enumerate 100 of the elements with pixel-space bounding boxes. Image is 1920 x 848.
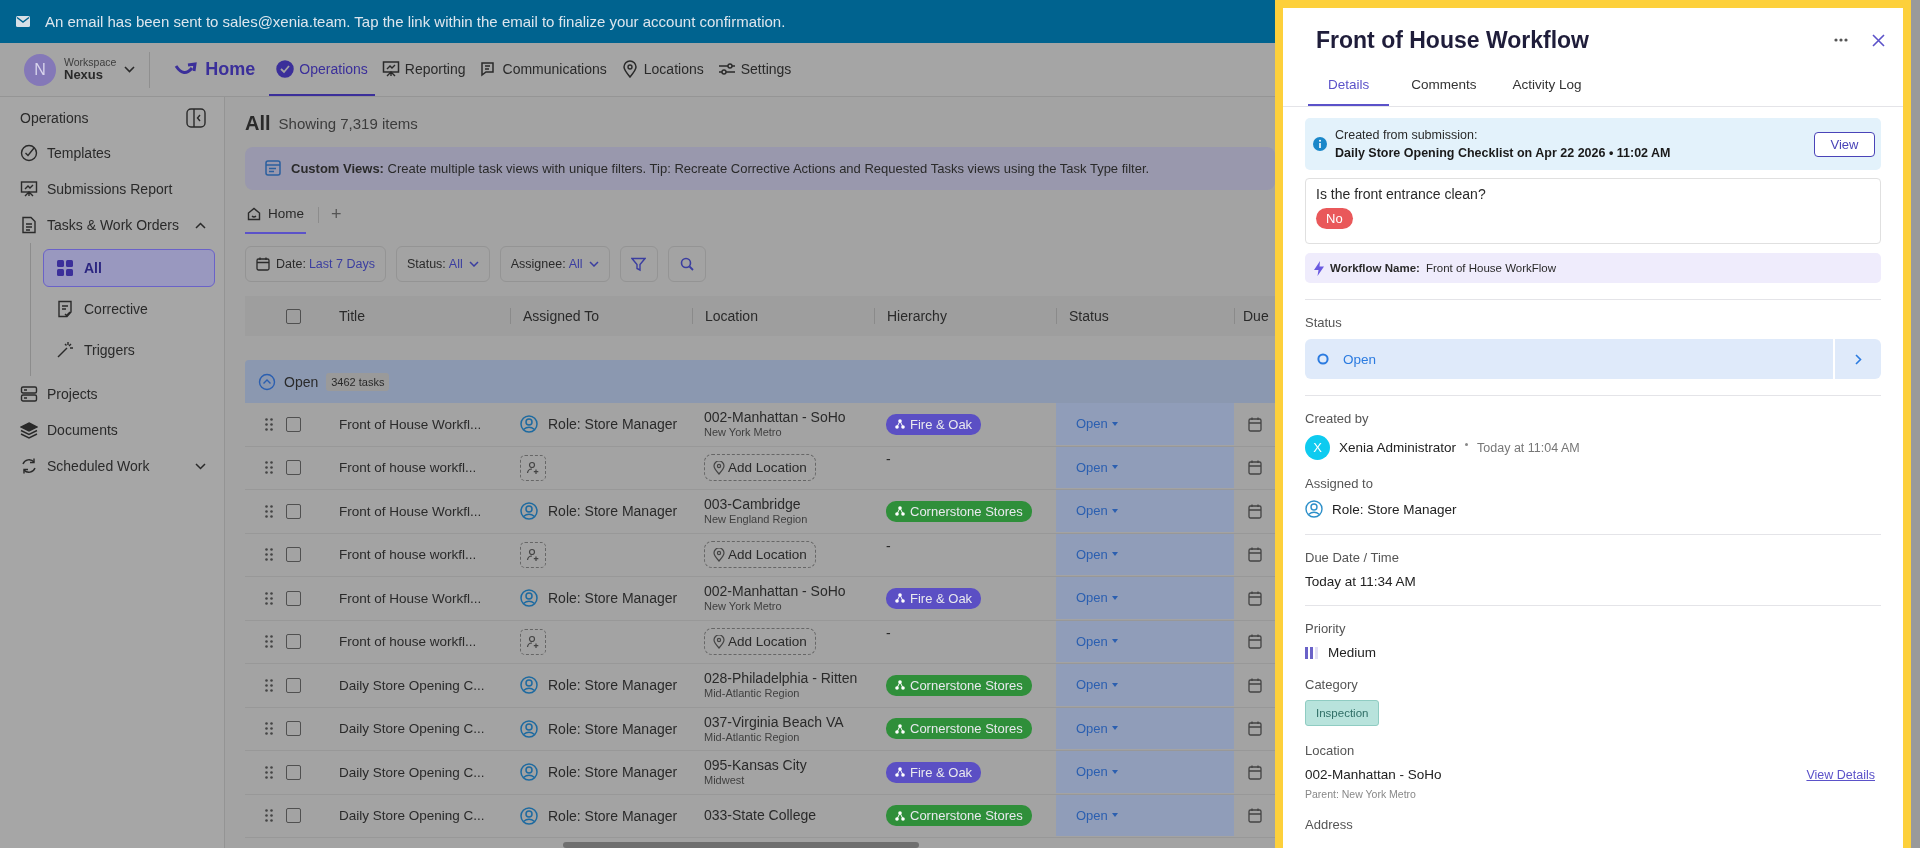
nav-tab[interactable]: Locations (613, 43, 711, 96)
nav-tab[interactable]: Operations (269, 43, 375, 96)
sidebar-subitem[interactable]: Corrective (43, 290, 215, 328)
task-title[interactable]: Front of House Workfl... (313, 490, 510, 533)
filter-button[interactable] (619, 246, 658, 282)
task-title[interactable]: Daily Store Opening C... (313, 707, 510, 750)
drag-handle-icon[interactable] (265, 548, 273, 562)
row-checkbox[interactable] (285, 503, 301, 519)
collapse-sidebar-icon[interactable] (186, 108, 206, 128)
nav-tab[interactable]: Reporting (374, 43, 473, 96)
row-checkbox[interactable] (285, 764, 301, 780)
row-checkbox[interactable] (285, 590, 301, 606)
row-checkbox[interactable] (285, 677, 301, 693)
task-title[interactable]: Daily Store Opening C... (313, 751, 510, 794)
task-title[interactable]: Front of house workfl... (313, 620, 510, 663)
presentation-icon (20, 180, 38, 198)
hierarchy-tag: Cornerstone Stores (886, 718, 1032, 740)
nav-tab[interactable]: Settings (710, 43, 799, 96)
drag-handle-icon[interactable] (265, 461, 273, 475)
sidebar-item[interactable]: Tasks & Work Orders (0, 207, 224, 243)
row-checkbox[interactable] (285, 547, 301, 563)
group-header[interactable]: Open 3462 tasks (245, 360, 1275, 403)
home-link[interactable]: Home (174, 59, 256, 80)
row-checkbox[interactable] (285, 416, 301, 432)
caret-icon (1111, 726, 1118, 731)
field-label: Category (1305, 677, 1359, 692)
scrollbar[interactable] (563, 842, 919, 848)
assignee-name: Role: Store Manager (548, 677, 678, 694)
separator-dot (1465, 443, 1469, 446)
user-circle-icon (520, 719, 538, 738)
filter-button[interactable]: Date: Last 7 Days (245, 246, 386, 282)
filter-button[interactable]: Assignee: All (499, 246, 610, 282)
column-header: Hierarchy (874, 308, 1056, 324)
banner-text: An email has been sent to sales@xenia.team. Tap the link within the email to finalize your account confirmation. (45, 13, 786, 30)
panel-tab[interactable]: Comments (1397, 77, 1491, 106)
drag-handle-icon[interactable] (265, 809, 273, 823)
add-assignee-button[interactable] (520, 454, 546, 481)
sidebar-item[interactable]: Scheduled Work (0, 448, 224, 484)
nav-tab[interactable]: Communications (472, 43, 614, 96)
drag-handle-icon[interactable] (265, 635, 273, 649)
workspace-label: Workspace (64, 56, 117, 69)
sidebar-subitem[interactable]: Triggers (43, 331, 215, 369)
view-tab[interactable]: Home (245, 195, 306, 234)
task-title[interactable]: Front of House Workfl... (313, 577, 510, 620)
status-selector[interactable]: Open (1305, 339, 1833, 379)
caret-icon (1111, 508, 1118, 513)
close-icon[interactable] (1872, 33, 1885, 47)
filter-button[interactable]: Status: All (395, 246, 490, 282)
search-button[interactable] (667, 246, 706, 282)
add-assignee-button[interactable] (520, 541, 546, 568)
location-pin-icon (713, 460, 725, 475)
view-button[interactable]: View (1814, 131, 1875, 157)
drag-handle-icon[interactable] (265, 591, 273, 605)
calendar-icon (256, 257, 270, 271)
more-icon[interactable] (1834, 38, 1848, 42)
add-location-button[interactable]: Add Location (704, 628, 816, 656)
drag-handle-icon[interactable] (265, 722, 273, 736)
hierarchy-icon (895, 723, 905, 734)
location-region: Mid-Atlantic Region (704, 730, 801, 744)
category-tag: Inspection (1305, 700, 1380, 726)
select-all-checkbox[interactable] (285, 308, 301, 324)
refresh-icon (20, 457, 38, 475)
drag-handle-icon[interactable] (265, 765, 273, 779)
workspace-name: Nexus (64, 68, 104, 83)
task-title[interactable]: Front of house workfl... (313, 533, 510, 576)
sidebar-item[interactable]: Projects (0, 376, 224, 412)
assignee-name: Role: Store Manager (548, 590, 678, 607)
calendar-icon (1248, 764, 1262, 780)
workspace-switcher[interactable]: N Workspace Nexus (0, 51, 151, 88)
task-title[interactable]: Front of House Workfl... (313, 403, 510, 446)
panel-tab[interactable]: Activity Log (1498, 77, 1596, 106)
answer-pill: No (1316, 208, 1353, 229)
row-checkbox[interactable] (285, 721, 301, 737)
drag-handle-icon[interactable] (265, 504, 273, 518)
row-checkbox[interactable] (285, 808, 301, 824)
add-location-button[interactable]: Add Location (704, 454, 816, 482)
row-checkbox[interactable] (285, 634, 301, 650)
location-name: 033-State College (704, 807, 817, 825)
task-title[interactable]: Daily Store Opening C... (313, 664, 510, 707)
add-assignee-button[interactable] (520, 628, 546, 655)
row-checkbox[interactable] (285, 460, 301, 476)
magic-wand-icon (56, 341, 74, 359)
caret-icon (1111, 682, 1118, 687)
task-title[interactable]: Daily Store Opening C... (313, 794, 510, 837)
drag-handle-icon[interactable] (265, 417, 273, 431)
calendar-icon (1248, 503, 1262, 519)
sidebar-item[interactable]: Documents (0, 412, 224, 448)
location-name: 002-Manhattan - SoHo (704, 409, 846, 427)
sidebar-item[interactable]: Templates (0, 135, 224, 171)
task-title[interactable]: Front of house workfl... (313, 446, 510, 489)
sidebar-item[interactable]: Submissions Report (0, 171, 224, 207)
view-details-link[interactable]: View Details (1806, 767, 1875, 782)
drag-handle-icon[interactable] (265, 678, 273, 692)
panel-tab[interactable]: Details (1308, 77, 1390, 106)
add-tab-button[interactable]: + (331, 204, 342, 226)
collapse-icon[interactable] (258, 372, 276, 391)
page-title: All (245, 111, 271, 135)
add-location-button[interactable]: Add Location (704, 541, 816, 569)
sidebar-subitem[interactable]: All (43, 249, 215, 287)
user-circle-icon (1305, 500, 1323, 518)
